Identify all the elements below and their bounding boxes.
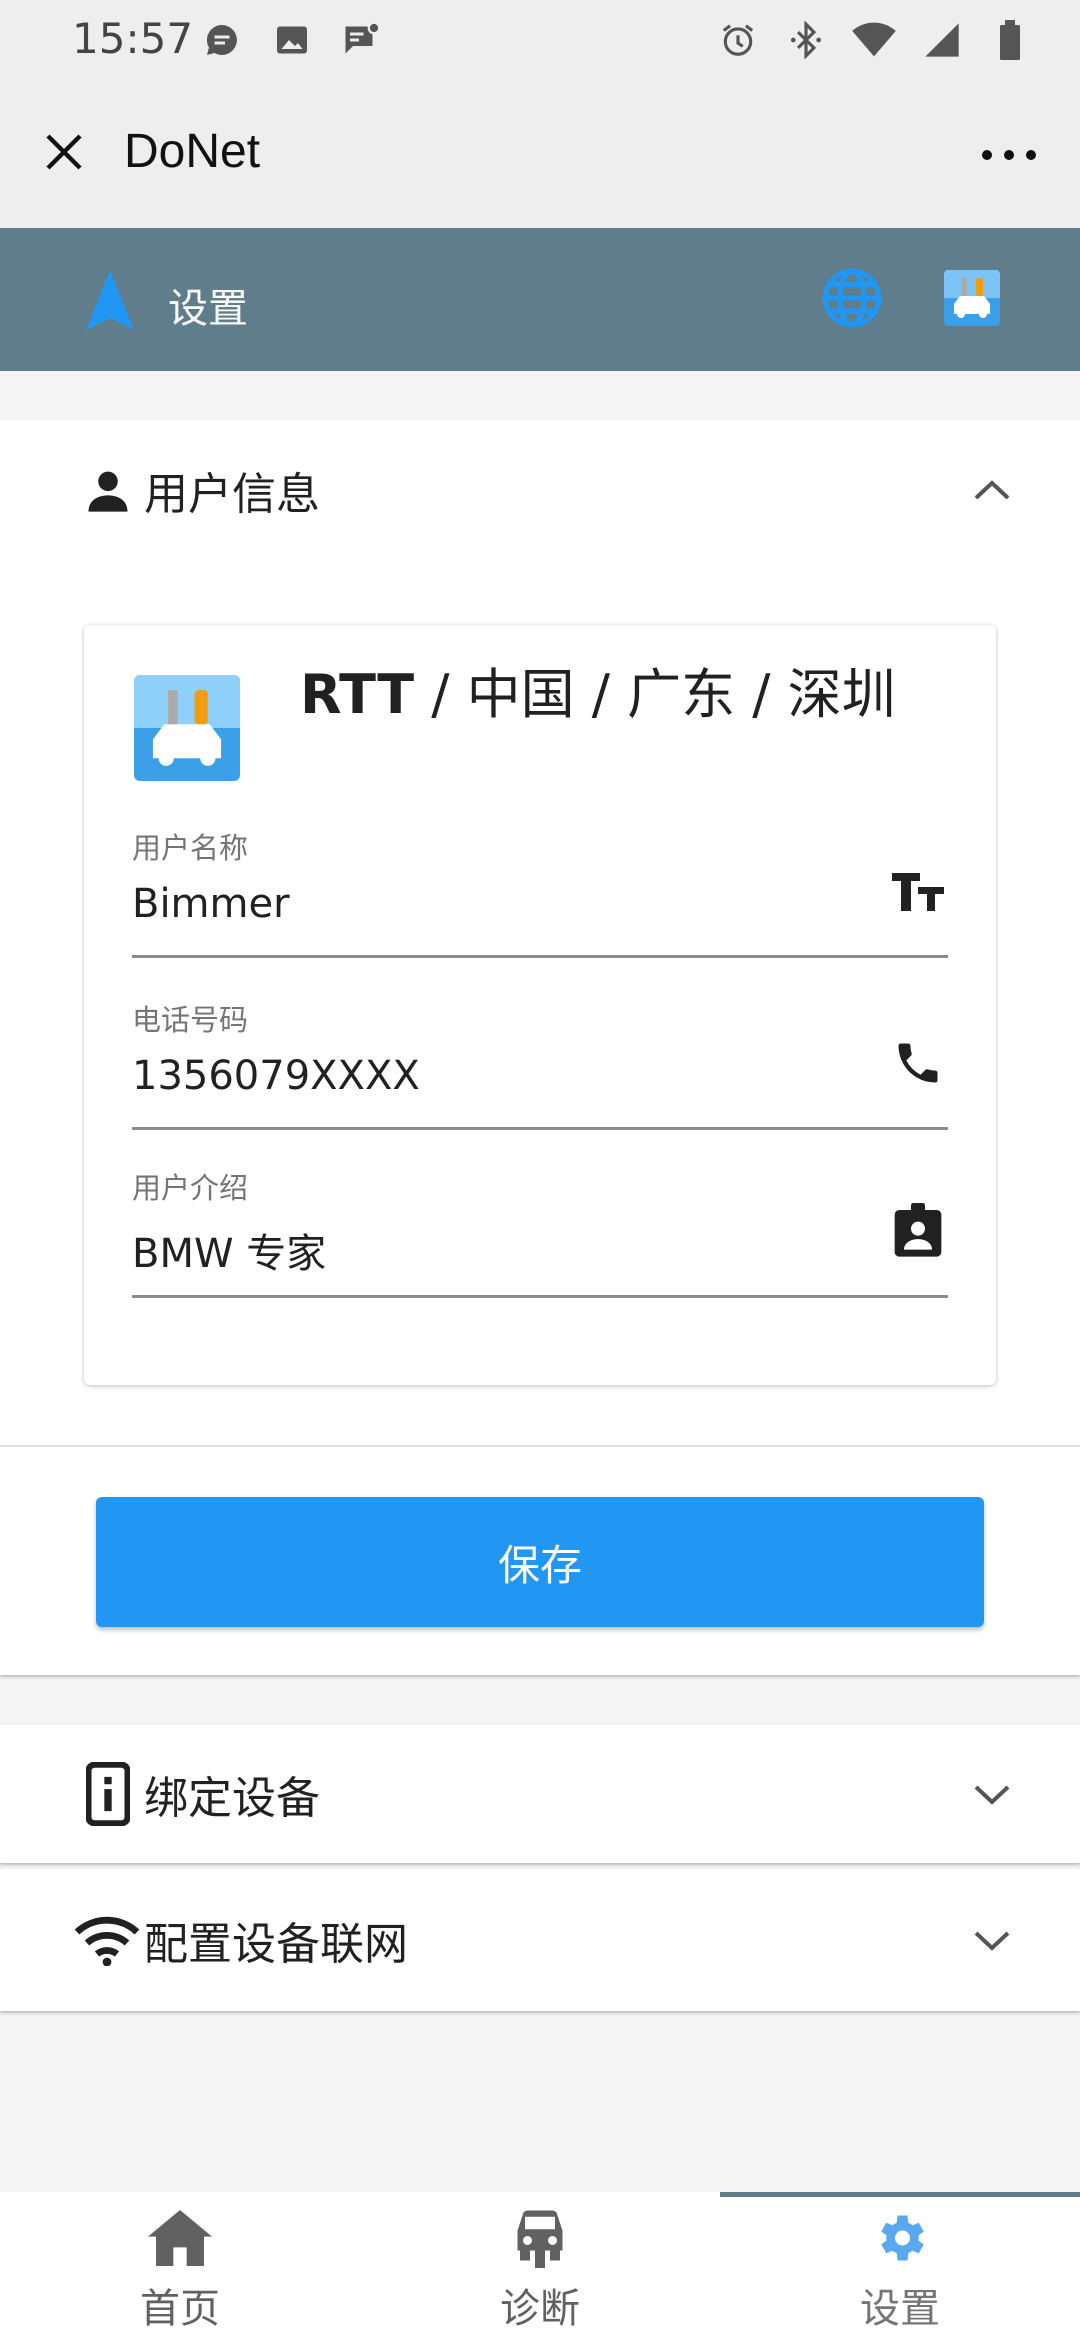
app-logo-icon (134, 675, 240, 781)
wifi-config-header[interactable]: 配置设备联网 (0, 1869, 1080, 2011)
window-title: DoNet (124, 125, 261, 178)
car-icon (505, 2206, 575, 2270)
device-info-icon (80, 1762, 136, 1826)
chevron-down-icon[interactable] (968, 1916, 1016, 1964)
intro-label: 用户介绍 (132, 1171, 249, 1205)
user-info-panel: 用户信息 RTT / 中国 / 广东 / 深圳 用户名称 Bimmer 电话号码… (0, 420, 1080, 1675)
signal-icon (920, 18, 964, 62)
app-logo-icon[interactable] (944, 270, 1000, 326)
chat-badge-icon (340, 18, 384, 62)
nav-label-home: 首页 (140, 2286, 220, 2332)
alarm-icon (716, 18, 760, 62)
phone-value[interactable]: 1356079XXXX (132, 1053, 420, 1099)
nav-label-diagnose: 诊断 (500, 2286, 580, 2332)
home-icon (145, 2206, 215, 2270)
phone-field[interactable]: 电话号码 1356079XXXX (132, 997, 948, 1130)
text-size-icon (888, 861, 948, 921)
chevron-up-icon[interactable] (968, 466, 1016, 514)
bluetooth-icon (784, 18, 828, 62)
bind-device-title: 绑定设备 (144, 1773, 320, 1824)
app-bar: 设置 (0, 228, 1080, 371)
wifi-icon (72, 1912, 142, 1968)
wifi-config-panel[interactable]: 配置设备联网 (0, 1869, 1080, 2011)
person-icon (80, 462, 136, 518)
bottom-navigation: 首页 诊断 设置 (0, 2192, 1080, 2340)
nav-item-settings[interactable]: 设置 (720, 2192, 1080, 2340)
nav-label-settings: 设置 (860, 2286, 940, 2332)
user-location: RTT / 中国 / 广东 / 深圳 (300, 665, 920, 725)
battery-icon (988, 18, 1032, 62)
nav-item-home[interactable]: 首页 (0, 2192, 360, 2340)
message-icon (200, 18, 244, 62)
user-info-header[interactable]: 用户信息 (0, 420, 1080, 560)
intro-value[interactable]: BMW 专家 (132, 1221, 326, 1279)
close-icon[interactable] (34, 122, 94, 182)
bind-device-header[interactable]: 绑定设备 (0, 1725, 1080, 1863)
status-bar: 15:57 (0, 0, 1080, 80)
user-info-title: 用户信息 (144, 469, 320, 520)
page-title: 设置 (168, 286, 248, 332)
phone-label: 电话号码 (132, 1003, 249, 1037)
save-button[interactable]: 保存 (96, 1497, 984, 1627)
contact-card-icon (888, 1201, 948, 1261)
username-field[interactable]: 用户名称 Bimmer (132, 825, 948, 958)
nav-item-diagnose[interactable]: 诊断 (360, 2192, 720, 2340)
status-time: 15:57 (72, 14, 194, 63)
divider (0, 1445, 1080, 1447)
image-icon (270, 18, 314, 62)
gear-icon (865, 2206, 935, 2270)
globe-icon[interactable] (820, 266, 884, 330)
window-titlebar: DoNet (0, 80, 1080, 228)
region-path: / 中国 / 广东 / 深圳 (414, 663, 896, 726)
wifi-icon (852, 18, 896, 62)
organization-code: RTT (300, 663, 415, 726)
chevron-down-icon[interactable] (968, 1770, 1016, 1818)
wifi-config-title: 配置设备联网 (144, 1919, 408, 1970)
intro-field[interactable]: 用户介绍 BMW 专家 (132, 1165, 948, 1298)
bind-device-panel[interactable]: 绑定设备 (0, 1725, 1080, 1863)
user-card: RTT / 中国 / 广东 / 深圳 用户名称 Bimmer 电话号码 1356… (84, 625, 996, 1385)
more-horizontal-icon[interactable] (974, 130, 1044, 180)
username-value[interactable]: Bimmer (132, 881, 290, 927)
navigation-arrow-icon[interactable] (82, 268, 138, 332)
username-label: 用户名称 (132, 831, 249, 865)
phone-icon (888, 1033, 948, 1093)
